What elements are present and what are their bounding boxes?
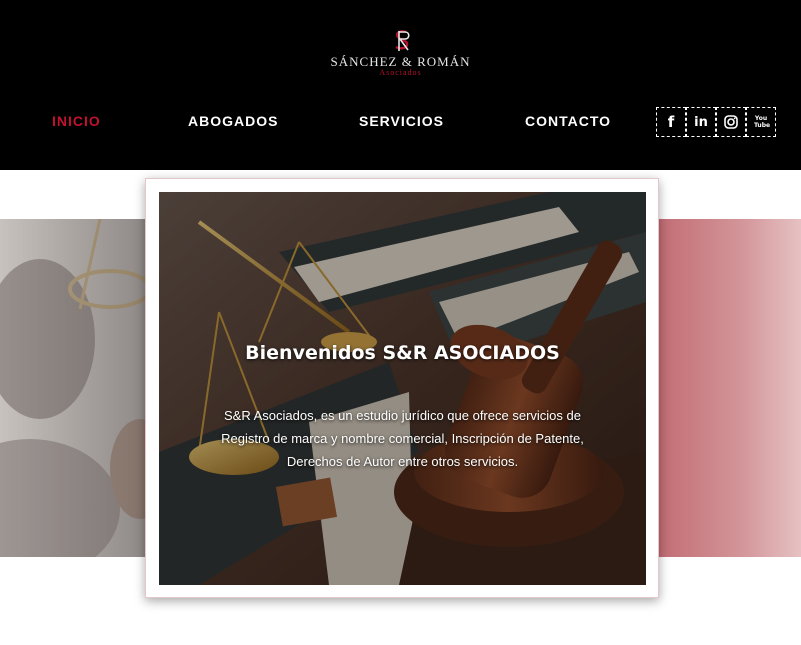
hero-description: S&R Asociados, es un estudio jurídico qu… — [209, 404, 596, 473]
image-dark-overlay — [159, 192, 646, 585]
scales-background-image — [0, 219, 160, 557]
facebook-icon: f — [667, 113, 675, 131]
brand-logo[interactable]: SÁNCHEZ & ROMÁN Asociados — [300, 28, 501, 80]
hero-description-line: Registro de marca y nombre comercial, In… — [221, 431, 584, 446]
youtube-icon: You Tube — [754, 115, 771, 129]
linkedin-link[interactable]: in — [686, 107, 716, 137]
brand-subtitle: Asociados — [379, 68, 422, 77]
nav-item-abogados[interactable]: ABOGADOS — [188, 113, 278, 131]
nav-item-servicios[interactable]: SERVICIOS — [359, 113, 444, 131]
hero-description-line: S&R Asociados, es un estudio jurídico qu… — [224, 408, 581, 423]
linkedin-icon: in — [694, 114, 708, 130]
nav-item-inicio[interactable]: INICIO — [52, 113, 101, 131]
hero-image: Bienvenidos S&R ASOCIADOS S&R Asociados,… — [159, 192, 646, 585]
site-header: SÁNCHEZ & ROMÁN Asociados INICIO ABOGADO… — [0, 0, 801, 170]
sr-monogram-icon — [395, 30, 410, 51]
hero-right-gradient — [655, 219, 801, 557]
instagram-icon — [724, 115, 738, 129]
facebook-link[interactable]: f — [656, 107, 686, 137]
nav-item-contacto[interactable]: CONTACTO — [525, 113, 611, 131]
youtube-link[interactable]: You Tube — [746, 107, 776, 137]
instagram-link[interactable] — [716, 107, 746, 137]
hero-card: Bienvenidos S&R ASOCIADOS S&R Asociados,… — [145, 178, 659, 598]
hero-title: Bienvenidos S&R ASOCIADOS — [245, 342, 560, 364]
hero-description-line: Derechos de Autor entre otros servicios. — [286, 454, 519, 469]
